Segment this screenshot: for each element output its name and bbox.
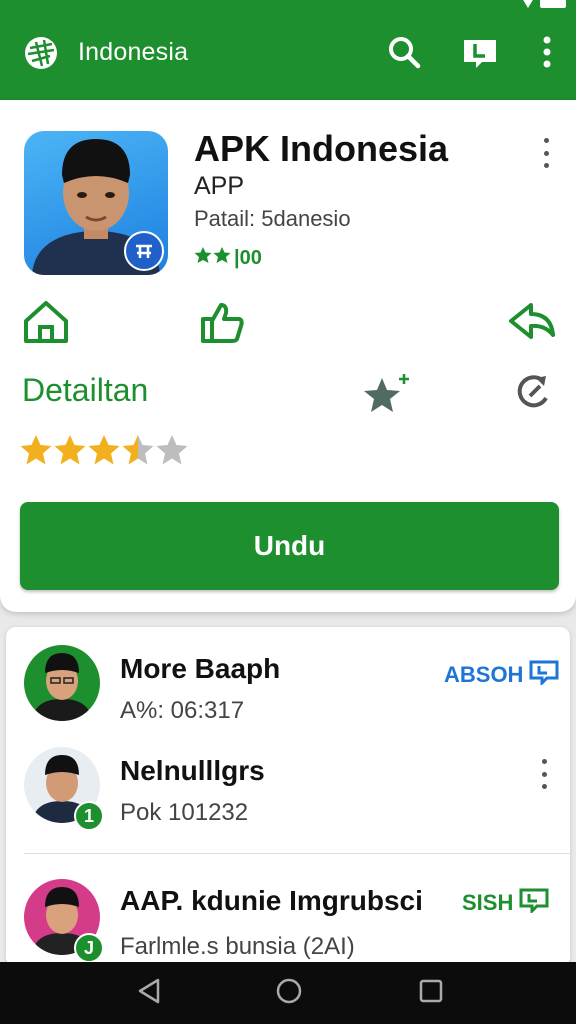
star-icon <box>20 435 52 465</box>
more-vert-icon <box>542 36 552 73</box>
tag-label: SISH <box>462 890 514 915</box>
mini-rating-text: |00 <box>234 246 262 269</box>
divider <box>24 853 570 854</box>
list-item-subtitle: Pok 101232 <box>120 799 249 826</box>
card-more-button[interactable] <box>534 138 558 168</box>
bookmark-button[interactable] <box>460 34 500 74</box>
list-item-title: Nelnulllgrs <box>120 755 265 786</box>
system-nav-bar <box>0 962 576 1024</box>
star-add-icon <box>362 374 412 420</box>
app-icon[interactable] <box>24 131 168 275</box>
like-button[interactable] <box>196 298 248 350</box>
nav-recents-button[interactable] <box>414 976 448 1010</box>
more-options-button[interactable] <box>527 34 567 74</box>
avatar-badge: 1 <box>74 801 104 831</box>
app-subtitle: APP <box>194 172 245 200</box>
star-icon <box>88 435 120 465</box>
share-button[interactable] <box>506 298 558 350</box>
app-rating-mini: |00 <box>194 246 262 270</box>
list-item-subtitle: Farlmle.s bunsia (2AI) <box>120 933 355 960</box>
avatar <box>24 645 100 721</box>
refresh-button[interactable] <box>512 372 556 412</box>
star-icon <box>122 435 154 465</box>
nav-home-button[interactable] <box>272 976 306 1010</box>
avatar-badge: J <box>74 933 104 963</box>
rating-stars <box>20 434 188 466</box>
list-item-title: More Baaph <box>120 653 281 684</box>
wifi-icon <box>522 0 534 8</box>
app-detail-card: APK Indonesia APP Patail: 5danesio |00 D… <box>0 100 576 612</box>
mini-star-icon <box>194 246 232 270</box>
list-item-title: AAP. kdunie Imgrubsci <box>120 885 423 916</box>
add-favorite-button[interactable] <box>362 372 412 416</box>
search-button[interactable] <box>384 34 424 74</box>
home-button[interactable] <box>20 298 72 350</box>
star-icon <box>54 435 86 465</box>
app-name: APK Indonesia <box>194 128 449 169</box>
bookmark-icon <box>461 34 499 75</box>
tag-label: ABSOH <box>444 662 524 687</box>
battery-icon <box>540 0 566 8</box>
list-item-tag[interactable]: ABSOH <box>444 659 559 691</box>
app-bar: Indonesia <box>0 0 576 100</box>
search-icon <box>386 34 422 75</box>
thumbs-up-icon <box>197 299 247 350</box>
home-circle-icon <box>275 977 303 1010</box>
list-item-tag[interactable]: SISH <box>462 887 549 919</box>
app-detail-text: Patail: 5danesio <box>194 206 351 231</box>
list-item-more-button[interactable] <box>534 759 554 789</box>
download-button[interactable]: Undu <box>20 502 559 590</box>
back-triangle-icon <box>136 977 162 1010</box>
share-icon <box>507 299 557 350</box>
star-icon <box>156 435 188 465</box>
home-icon <box>21 299 71 350</box>
nav-back-button[interactable] <box>132 976 166 1010</box>
bookmark-icon <box>529 659 559 691</box>
recents-square-icon <box>418 978 444 1009</box>
app-badge-icon <box>124 231 164 271</box>
details-label[interactable]: Detailtan <box>22 372 148 409</box>
bookmark-icon <box>519 887 549 919</box>
related-list: More Baaph A%: 06:317 ABSOH 1 Nelnulllgr… <box>6 627 570 967</box>
status-bar <box>522 0 566 10</box>
app-logo-icon[interactable] <box>20 34 62 72</box>
app-bar-title: Indonesia <box>78 38 189 66</box>
list-item-subtitle: A%: 06:317 <box>120 697 245 724</box>
refresh-icon <box>512 375 556 416</box>
